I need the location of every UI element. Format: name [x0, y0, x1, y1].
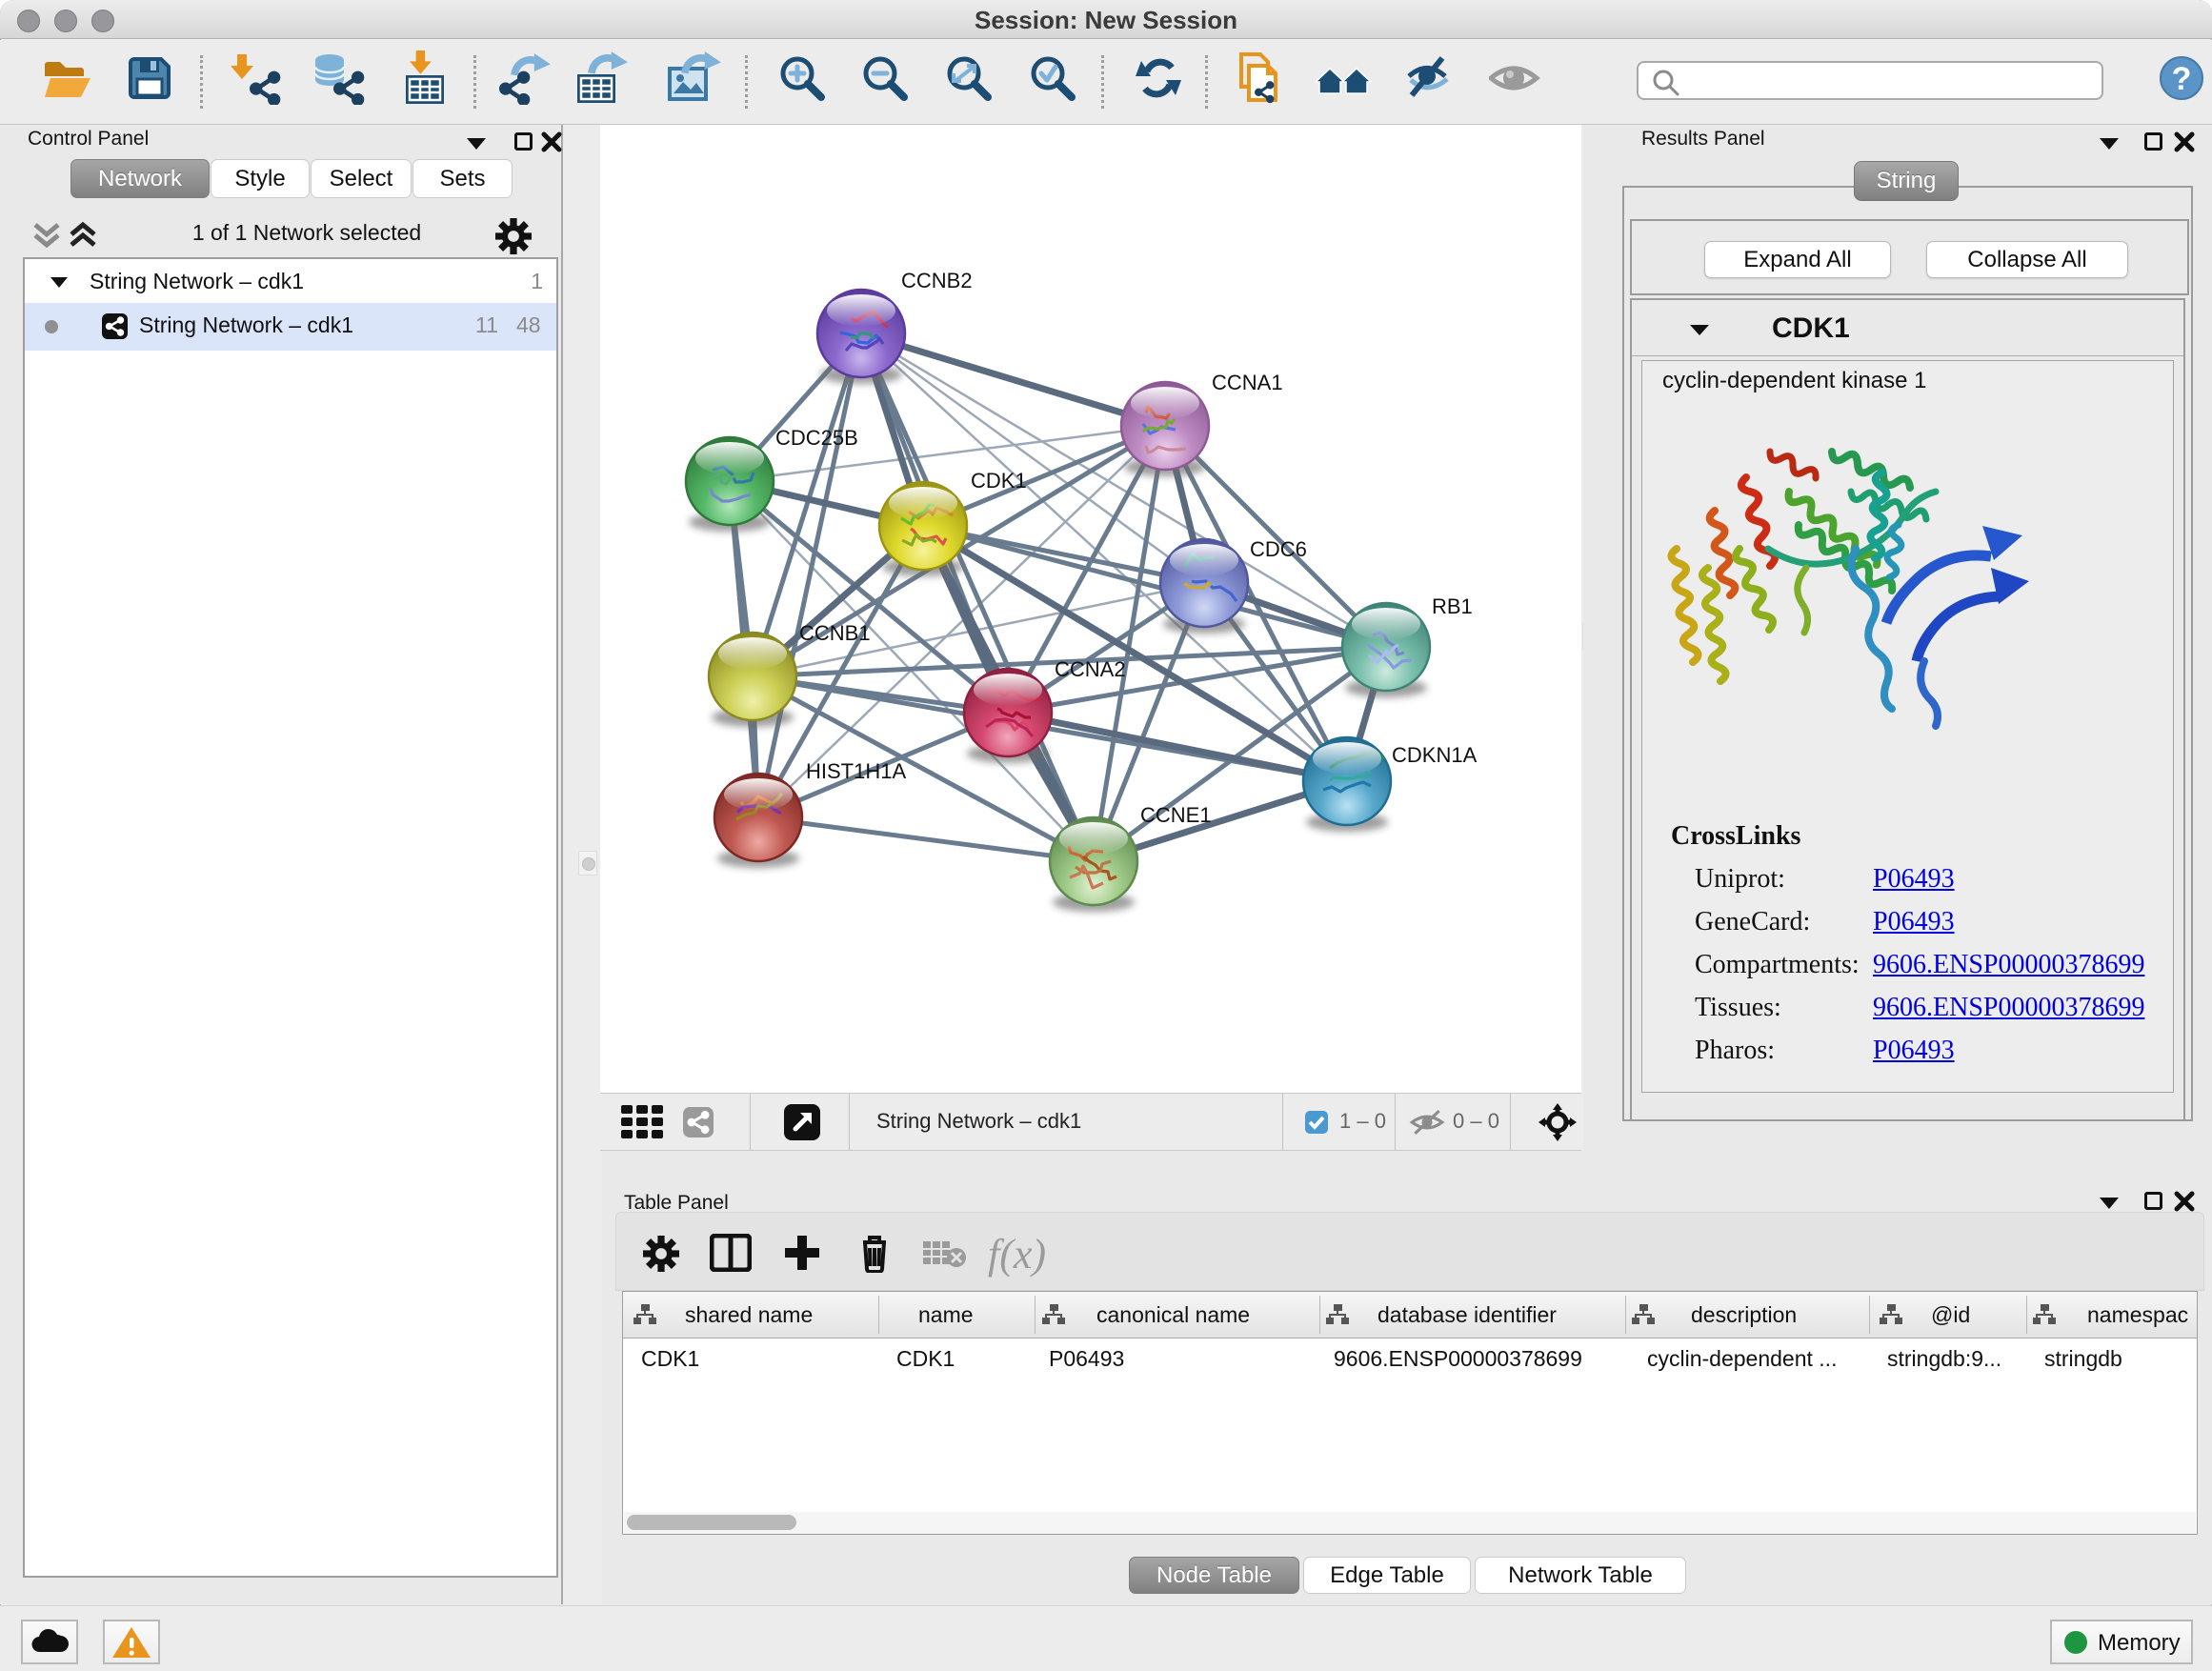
- svg-text:CCNA2: CCNA2: [1055, 657, 1126, 681]
- svg-text:HIST1H1A: HIST1H1A: [806, 759, 906, 783]
- svg-text:CCNB1: CCNB1: [799, 621, 871, 645]
- svg-text:CDKN1A: CDKN1A: [1392, 743, 1478, 767]
- svg-text:CDK1: CDK1: [971, 469, 1027, 493]
- svg-text:CDC25B: CDC25B: [775, 426, 858, 450]
- svg-text:CCNB2: CCNB2: [901, 269, 973, 292]
- svg-text:CCNE1: CCNE1: [1140, 803, 1212, 827]
- svg-text:CCNA1: CCNA1: [1212, 371, 1283, 394]
- svg-text:RB1: RB1: [1432, 594, 1473, 618]
- svg-text:CDC6: CDC6: [1250, 537, 1307, 561]
- svg-text:?: ?: [2172, 61, 2192, 97]
